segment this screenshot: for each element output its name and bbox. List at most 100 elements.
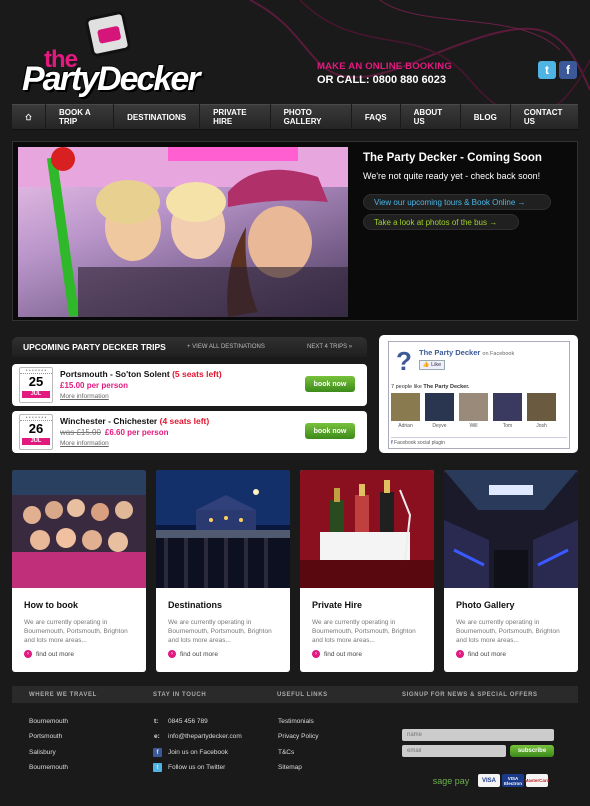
subscribe-button[interactable]: subscribe: [510, 745, 554, 757]
hero-subtitle: We're not quite ready yet - check back s…: [363, 171, 541, 181]
trip-price: was £15.00 £6.60 per person: [60, 428, 169, 437]
footer-col-title: WHERE WE TRAVEL: [29, 691, 97, 698]
card-text: We are currently operating in Bournemout…: [24, 619, 128, 644]
footer-useful-link[interactable]: Privacy Policy: [278, 733, 318, 740]
trip-row: • • • • • • • 25 JUL Portsmouth - So'ton…: [12, 364, 367, 406]
footer-col-title: SIGNUP FOR NEWS & SPECIAL OFFERS: [402, 691, 538, 698]
footer-header: WHERE WE TRAVEL STAY IN TOUCH USEFUL LIN…: [12, 686, 578, 703]
card-photo-gallery[interactable]: Photo Gallery We are currently operating…: [444, 470, 578, 672]
fb-like-button[interactable]: 👍 Like: [419, 360, 445, 370]
social-links: t f: [538, 61, 577, 79]
footer-email-link[interactable]: info@thepartydecker.com: [168, 733, 242, 740]
fb-fan[interactable]: Adrian: [391, 393, 420, 429]
twitter-icon[interactable]: t: [538, 61, 556, 79]
main-nav: BOOK A TRIP DESTINATIONS PRIVATE HIRE PH…: [12, 104, 578, 130]
hero-photo: [18, 147, 348, 317]
footer-col-title: STAY IN TOUCH: [153, 691, 207, 698]
facebook-like-box: ? The Party Decker on Facebook 👍 Like 7 …: [379, 335, 578, 453]
newsletter-email-input[interactable]: [402, 745, 506, 757]
trips-heading: UPCOMING PARTY DECKER TRIPS: [23, 342, 166, 352]
find-out-more-link[interactable]: › find out more: [312, 650, 362, 658]
nav-photo-gallery[interactable]: PHOTO GALLERY: [271, 104, 352, 130]
trip-seats: (5 seats left): [172, 369, 222, 379]
fb-fan-faces: Adrian Deyve Will Tom Josh: [391, 393, 556, 429]
trip-price: £15.00 per person: [60, 381, 129, 390]
trip-old-price: was £15.00: [60, 428, 101, 437]
book-now-button[interactable]: book now: [305, 376, 355, 392]
arrow-right-icon: ›: [24, 650, 32, 658]
more-info-link[interactable]: More information: [60, 393, 109, 400]
trip-month: JUL: [22, 391, 50, 398]
footer-facebook-link[interactable]: Join us on Facebook: [168, 749, 228, 756]
book-now-button[interactable]: book now: [305, 423, 355, 439]
footer-place-link[interactable]: Salisbury: [29, 749, 56, 756]
find-out-more-link[interactable]: › find out more: [168, 650, 218, 658]
next-trips-link[interactable]: NEXT 4 TRIPS »: [307, 344, 352, 350]
mastercard-logo: MasterCard: [525, 774, 549, 787]
question-mark-icon: ?: [396, 346, 412, 376]
trip-route: Winchester - Chichester (4 seats left): [60, 416, 210, 426]
view-all-destinations-link[interactable]: + VIEW ALL DESTINATIONS: [187, 344, 307, 350]
footer-place-link[interactable]: Bournemouth: [29, 718, 68, 725]
nav-faqs[interactable]: FAQS: [352, 104, 401, 130]
fb-fan[interactable]: Deyve: [425, 393, 454, 429]
newsletter-name-input[interactable]: [402, 729, 554, 741]
trip-route: Portsmouth - So'ton Solent (5 seats left…: [60, 369, 222, 379]
logo-name-text: PartyDecker: [22, 60, 200, 98]
pier-night-photo: [156, 470, 290, 588]
hero-banner: The Party Decker - Coming Soon We're not…: [12, 141, 578, 321]
fb-plugin-label: f Facebook social plugin: [391, 437, 567, 446]
sagepay-logo: sage pay: [432, 775, 470, 786]
card-destinations[interactable]: Destinations We are currently operating …: [156, 470, 290, 672]
site-logo[interactable]: the PartyDecker: [22, 10, 214, 98]
visa-logo: VISA: [478, 774, 500, 787]
nav-private-hire[interactable]: PRIVATE HIRE: [200, 104, 271, 130]
view-tours-link[interactable]: View our upcoming tours & Book Online →: [363, 194, 551, 210]
nav-destinations[interactable]: DESTINATIONS: [114, 104, 201, 130]
trip-month: JUL: [22, 438, 50, 445]
trip-day: 26: [28, 421, 44, 436]
card-private-hire[interactable]: Private Hire We are currently operating …: [300, 470, 434, 672]
footer-place-link[interactable]: Bournemouth: [29, 764, 68, 771]
footer-useful-link[interactable]: T&Cs: [278, 749, 294, 756]
booking-phone: OR CALL: 0800 880 6023: [317, 74, 447, 86]
find-out-more-link[interactable]: › find out more: [24, 650, 74, 658]
footer-place-link[interactable]: Portsmouth: [29, 733, 62, 740]
trip-seats: (4 seats left): [159, 416, 210, 426]
trip-day: 25: [28, 374, 44, 389]
fb-like-count: 7 people like The Party Decker.: [391, 384, 470, 390]
booking-line1: MAKE AN ONLINE BOOKING: [317, 61, 452, 72]
party-group-photo: [12, 470, 146, 588]
footer-useful-link[interactable]: Sitemap: [278, 764, 302, 771]
booking-callout: MAKE AN ONLINE BOOKING OR CALL: 0800 880…: [317, 61, 452, 86]
find-out-more-link[interactable]: › find out more: [456, 650, 506, 658]
nav-book-a-trip[interactable]: BOOK A TRIP: [46, 104, 115, 130]
more-info-link[interactable]: More information: [60, 440, 109, 447]
trip-row: • • • • • • • 26 JUL Winchester - Chiche…: [12, 411, 367, 453]
nav-about-us[interactable]: ABOUT US: [401, 104, 461, 130]
footer-twitter-link[interactable]: Follow us on Twitter: [168, 764, 225, 771]
bus-icon: [84, 10, 132, 58]
footer-col-title: USEFUL LINKS: [277, 691, 328, 698]
home-icon: [25, 113, 32, 121]
card-text: We are currently operating in Bournemout…: [456, 619, 560, 644]
card-title: Photo Gallery: [456, 600, 515, 610]
fb-fan[interactable]: Josh: [527, 393, 556, 429]
nav-blog[interactable]: BLOG: [461, 104, 511, 130]
fb-fan[interactable]: Tom: [493, 393, 522, 429]
nav-contact-us[interactable]: CONTACT US: [511, 104, 578, 130]
email-label: e:: [154, 733, 160, 740]
nav-home[interactable]: [12, 104, 46, 130]
card-how-to-book[interactable]: How to book We are currently operating i…: [12, 470, 146, 672]
fb-fan[interactable]: Will: [459, 393, 488, 429]
fb-page-name[interactable]: The Party Decker on Facebook: [419, 348, 514, 357]
view-photos-link[interactable]: Take a look at photos of the bus →: [363, 214, 519, 230]
card-title: Private Hire: [312, 600, 363, 610]
trips-header: UPCOMING PARTY DECKER TRIPS + VIEW ALL D…: [12, 337, 367, 357]
footer-useful-link[interactable]: Testimonials: [278, 718, 314, 725]
card-title: Destinations: [168, 600, 223, 610]
hero-title: The Party Decker - Coming Soon: [363, 152, 542, 164]
phone-label: t:: [154, 718, 159, 725]
arrow-right-icon: ›: [312, 650, 320, 658]
facebook-icon[interactable]: f: [559, 61, 577, 79]
